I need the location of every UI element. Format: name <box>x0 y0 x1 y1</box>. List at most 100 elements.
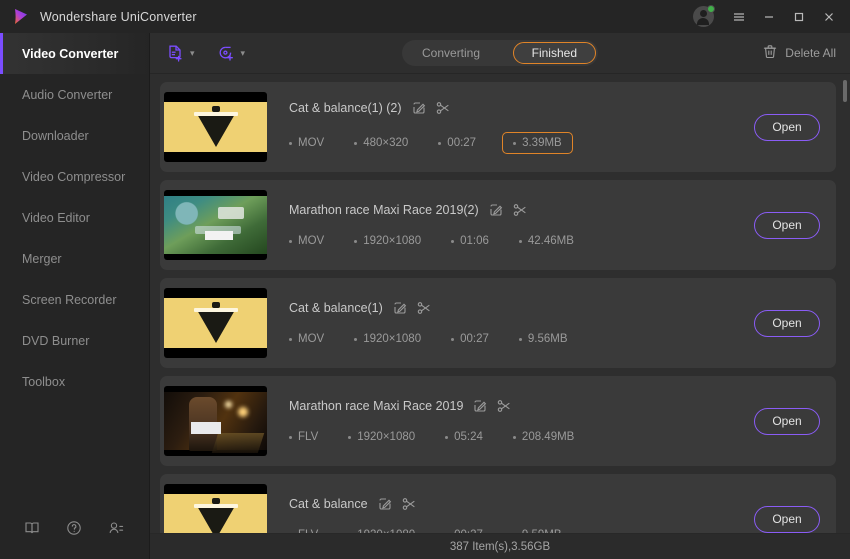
hamburger-menu-icon[interactable] <box>724 2 754 32</box>
file-list-item[interactable]: Cat & balance(1) MOV 1920×1080 00:27 9.56MB O… <box>160 278 836 368</box>
file-format: MOV <box>289 333 324 345</box>
sidebar-item-toolbox[interactable]: Toolbox <box>0 361 149 402</box>
title-bar: Wondershare UniConverter <box>0 0 850 33</box>
file-title-row: Cat & balance(1) (2) <box>289 101 742 115</box>
file-resolution: 1920×1080 <box>354 235 421 247</box>
edit-icon[interactable] <box>473 399 487 413</box>
sidebar-item-merger[interactable]: Merger <box>0 238 149 279</box>
file-meta-row: MOV 1920×1080 00:27 9.56MB <box>289 333 742 345</box>
window-controls <box>688 2 844 32</box>
trim-icon[interactable] <box>513 203 527 217</box>
file-info: Cat & balance(1) (2) MOV 480×320 00:27 3.39M… <box>267 101 742 154</box>
open-button[interactable]: Open <box>754 211 820 239</box>
sidebar-item-label: DVD Burner <box>22 333 90 348</box>
help-icon[interactable] <box>66 520 82 536</box>
file-title-row: Cat & balance <box>289 497 742 511</box>
sidebar-item-label: Video Converter <box>22 46 119 61</box>
file-info: Marathon race Maxi Race 2019 FLV 1920×1080… <box>267 399 742 443</box>
app-title: Wondershare UniConverter <box>40 9 197 24</box>
sidebar-item-video-compressor[interactable]: Video Compressor <box>0 156 149 197</box>
open-button[interactable]: Open <box>754 407 820 435</box>
close-icon[interactable] <box>814 2 844 32</box>
trim-icon[interactable] <box>417 301 431 315</box>
file-title-row: Marathon race Maxi Race 2019 <box>289 399 742 413</box>
sidebar-item-screen-recorder[interactable]: Screen Recorder <box>0 279 149 320</box>
video-thumbnail <box>164 92 267 162</box>
file-name: Cat & balance(1) (2) <box>289 101 402 115</box>
chevron-down-icon[interactable]: ▾ <box>190 48 195 58</box>
file-list-item[interactable]: Marathon race Maxi Race 2019(2) MOV 1920×1… <box>160 180 836 270</box>
edit-icon[interactable] <box>489 203 503 217</box>
trim-icon[interactable] <box>497 399 511 413</box>
add-file-button[interactable]: ▾ <box>166 44 195 63</box>
edit-icon[interactable] <box>412 101 426 115</box>
trim-icon[interactable] <box>436 101 450 115</box>
guide-book-icon[interactable] <box>24 520 40 536</box>
file-size: 208.49MB <box>513 431 574 443</box>
sidebar-item-downloader[interactable]: Downloader <box>0 115 149 156</box>
file-format: FLV <box>289 431 318 443</box>
file-name: Marathon race Maxi Race 2019(2) <box>289 203 479 217</box>
tab-converting[interactable]: Converting <box>404 42 498 64</box>
file-info: Marathon race Maxi Race 2019(2) MOV 1920×1… <box>267 203 742 247</box>
vertical-scrollbar[interactable] <box>843 80 847 102</box>
toolbar: ▾ ▾ Converting Finished Delete All <box>150 33 850 74</box>
sidebar-item-video-converter[interactable]: Video Converter <box>0 33 149 74</box>
file-resolution: 1920×1080 <box>354 333 421 345</box>
file-name: Marathon race Maxi Race 2019 <box>289 399 464 413</box>
file-size: 9.56MB <box>519 333 568 345</box>
file-duration: 00:27 <box>438 137 476 149</box>
sidebar-item-dvd-burner[interactable]: DVD Burner <box>0 320 149 361</box>
edit-icon[interactable] <box>378 497 392 511</box>
account-avatar-icon[interactable] <box>688 2 718 32</box>
sidebar-item-audio-converter[interactable]: Audio Converter <box>0 74 149 115</box>
tab-finished[interactable]: Finished <box>512 42 596 64</box>
trim-icon[interactable] <box>402 497 416 511</box>
file-title-row: Cat & balance(1) <box>289 301 742 315</box>
main-panel: ▾ ▾ Converting Finished Delete All Cat &… <box>150 33 850 559</box>
video-thumbnail <box>164 386 267 456</box>
file-meta-row: FLV 1920×1080 05:24 208.49MB <box>289 431 742 443</box>
open-button[interactable]: Open <box>754 505 820 533</box>
delete-all-button[interactable]: Delete All <box>763 44 836 62</box>
sidebar-item-video-editor[interactable]: Video Editor <box>0 197 149 238</box>
user-account-icon[interactable] <box>108 520 125 536</box>
open-button[interactable]: Open <box>754 309 820 337</box>
file-list-item[interactable]: Marathon race Maxi Race 2019 FLV 1920×1080… <box>160 376 836 466</box>
file-format: MOV <box>289 137 324 149</box>
file-size: 42.46MB <box>519 235 574 247</box>
file-name: Cat & balance <box>289 497 368 511</box>
open-button[interactable]: Open <box>754 113 820 141</box>
edit-icon[interactable] <box>393 301 407 315</box>
maximize-icon[interactable] <box>784 2 814 32</box>
sidebar-item-label: Downloader <box>22 128 89 143</box>
file-name: Cat & balance(1) <box>289 301 383 315</box>
file-duration: 05:24 <box>445 431 483 443</box>
file-resolution: 480×320 <box>354 137 408 149</box>
status-bar: 387 Item(s),3.56GB <box>150 533 850 559</box>
file-list-item[interactable]: Cat & balance(1) (2) MOV 480×320 00:27 3.39M… <box>160 82 836 172</box>
minimize-icon[interactable] <box>754 2 784 32</box>
app-window: Wondershare UniConverter Video Converter… <box>0 0 850 559</box>
status-tabs: Converting Finished <box>402 40 598 66</box>
app-body: Video Converter Audio Converter Download… <box>0 33 850 559</box>
sidebar-item-label: Audio Converter <box>22 87 113 102</box>
file-list-container: Cat & balance(1) (2) MOV 480×320 00:27 3.39M… <box>150 74 850 559</box>
wondershare-logo-icon <box>12 8 30 26</box>
sidebar-item-label: Merger <box>22 251 62 266</box>
sidebar-nav: Video Converter Audio Converter Download… <box>0 33 149 503</box>
video-thumbnail <box>164 288 267 358</box>
file-meta-row: MOV 1920×1080 01:06 42.46MB <box>289 235 742 247</box>
file-title-row: Marathon race Maxi Race 2019(2) <box>289 203 742 217</box>
sidebar-item-label: Video Editor <box>22 210 90 225</box>
sidebar-item-label: Toolbox <box>22 374 66 389</box>
sidebar-item-label: Video Compressor <box>22 169 126 184</box>
file-size: 3.39MB <box>502 132 573 154</box>
add-dvd-button[interactable]: ▾ <box>217 44 246 63</box>
chevron-down-icon[interactable]: ▾ <box>241 48 246 58</box>
file-list: Cat & balance(1) (2) MOV 480×320 00:27 3.39M… <box>150 74 850 559</box>
trash-icon <box>763 44 777 62</box>
file-resolution: 1920×1080 <box>348 431 415 443</box>
sidebar-item-label: Screen Recorder <box>22 292 117 307</box>
file-meta-row: MOV 480×320 00:27 3.39MB <box>289 132 742 154</box>
